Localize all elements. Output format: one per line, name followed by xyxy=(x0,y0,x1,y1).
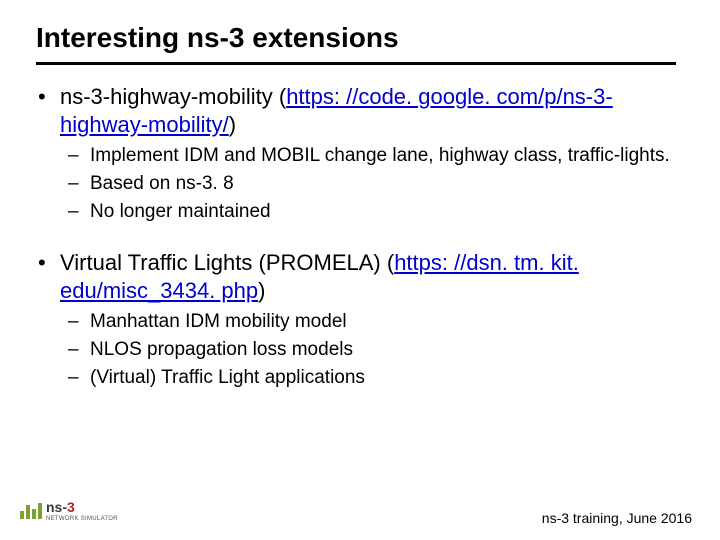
bullet-tail: ) xyxy=(258,278,265,303)
logo-three: 3 xyxy=(67,499,75,515)
sub-item: NLOS propagation loss models xyxy=(68,338,690,362)
bullet-lead: Virtual Traffic Lights (PROMELA) ( xyxy=(60,250,394,275)
title-rule xyxy=(36,62,676,65)
sub-item: Implement IDM and MOBIL change lane, hig… xyxy=(68,144,690,168)
ns3-logo: ns-3 NETWORK SIMULATOR xyxy=(20,499,118,522)
sub-list: Manhattan IDM mobility model NLOS propag… xyxy=(68,310,690,389)
bullet-tail: ) xyxy=(229,112,236,137)
logo-caption: NETWORK SIMULATOR xyxy=(46,516,118,522)
logo-ns: ns xyxy=(46,499,62,515)
bullet-item: ns-3-highway-mobility (https: //code. go… xyxy=(36,83,690,223)
bullet-lead: ns-3-highway-mobility ( xyxy=(60,84,286,109)
bullet-item: Virtual Traffic Lights (PROMELA) (https:… xyxy=(36,249,690,389)
slide-title: Interesting ns-3 extensions xyxy=(36,22,690,54)
logo-text-block: ns-3 NETWORK SIMULATOR xyxy=(46,499,118,522)
bullet-list: ns-3-highway-mobility (https: //code. go… xyxy=(36,83,690,390)
footer-text: ns-3 training, June 2016 xyxy=(542,510,692,526)
sub-item: (Virtual) Traffic Light applications xyxy=(68,366,690,390)
sub-list: Implement IDM and MOBIL change lane, hig… xyxy=(68,144,690,223)
sub-item: No longer maintained xyxy=(68,200,690,224)
logo-bars-icon xyxy=(20,503,42,519)
slide: Interesting ns-3 extensions ns-3-highway… xyxy=(0,0,720,540)
sub-item: Manhattan IDM mobility model xyxy=(68,310,690,334)
sub-item: Based on ns-3. 8 xyxy=(68,172,690,196)
